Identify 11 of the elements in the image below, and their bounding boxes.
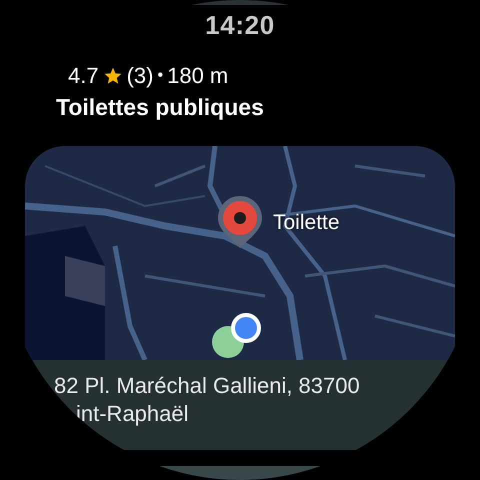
clock-time: 14:20 (205, 12, 275, 38)
marker-label: Toilette (273, 212, 340, 233)
separator-dot: • (157, 68, 164, 84)
star-icon (102, 66, 123, 86)
rating-value: 4.7 (68, 65, 99, 87)
review-count: (3) (126, 65, 154, 87)
place-title: Toilettes publiques (56, 94, 264, 120)
distance-text: 180 m (167, 65, 228, 87)
address-line: int-Raphaël (75, 403, 190, 425)
address-line: 82 Pl. Maréchal Gallieni, 83700 (54, 375, 361, 397)
pin-icon (216, 194, 264, 250)
